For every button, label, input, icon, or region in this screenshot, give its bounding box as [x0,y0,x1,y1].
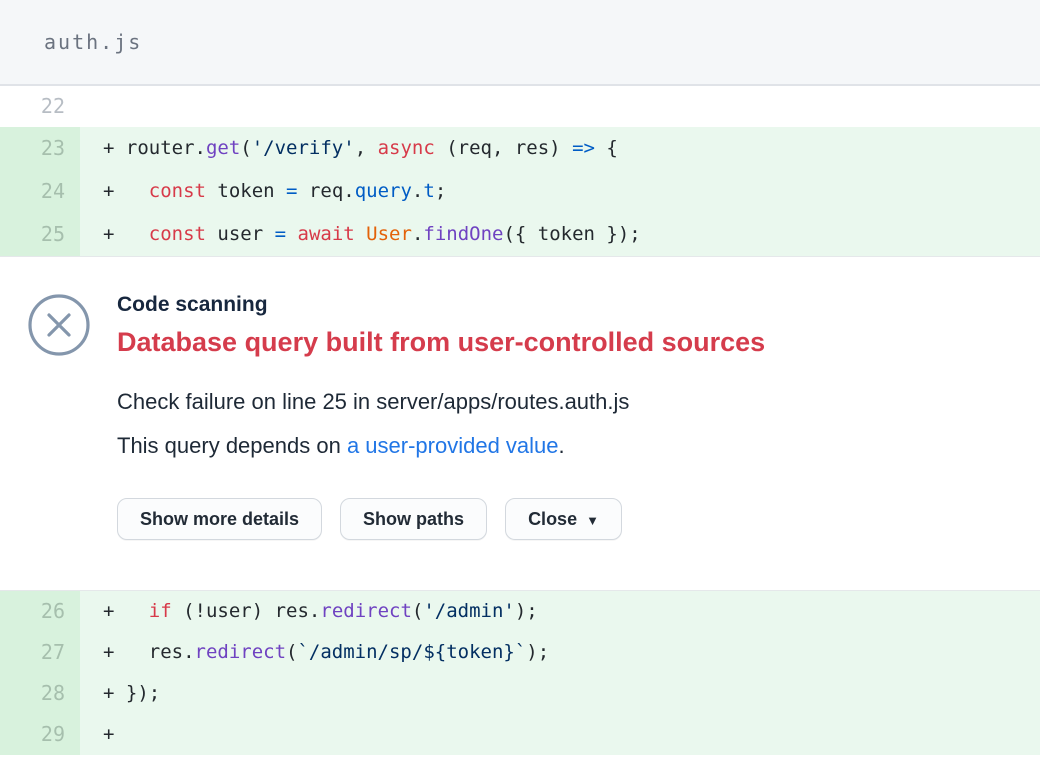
alert-query-text: This query depends on a user-provided va… [117,424,765,468]
code-token: `/admin/sp/${token}` [297,641,526,663]
code-token: + [103,223,149,245]
line-number[interactable]: 25 [0,213,80,256]
file-name: auth.js [44,30,142,54]
code-token: if [149,600,172,622]
code-token: ); [515,600,538,622]
dropdown-caret-icon: ▼ [586,513,599,528]
alert-x-circle-icon [27,293,91,590]
line-number[interactable]: 24 [0,170,80,213]
diff-block-top: 2223+ router.get('/verify', async (req, … [0,86,1040,257]
code-token: (req, res) [435,137,572,159]
code-token: redirect [195,641,287,663]
diff-block-bottom: 26+ if (!user) res.redirect('/admin');27… [0,590,1040,755]
code-token: user [206,223,275,245]
diff-row-23: 23+ router.get('/verify', async (req, re… [0,127,1040,170]
alert-query-prefix: This query depends on [117,433,347,458]
code-token: , [355,137,378,159]
code-scanning-alert: Code scanning Database query built from … [0,257,1040,590]
code-token: User [366,223,412,245]
close-dropdown-button[interactable]: Close ▼ [505,498,622,540]
code-token: + res. [103,641,195,663]
line-number[interactable]: 29 [0,714,80,755]
code-line: + res.redirect(`/admin/sp/${token}`); [80,632,1040,673]
alert-kicker: Code scanning [117,293,765,317]
code-token: = [286,180,297,202]
code-token: query [355,180,412,202]
code-token: req. [298,180,355,202]
file-header: auth.js [0,0,1040,86]
diff-row-26: 26+ if (!user) res.redirect('/admin'); [0,591,1040,632]
code-token: ); [526,641,549,663]
code-line: + const user = await User.findOne({ toke… [80,213,1040,256]
code-token: ({ token }); [503,223,640,245]
code-token [355,223,366,245]
code-token: '/verify' [252,137,355,159]
diff-row-22: 22 [0,86,1040,127]
code-token: t [423,180,434,202]
code-token: await [298,223,355,245]
code-token: '/admin' [423,600,515,622]
line-number[interactable]: 27 [0,632,80,673]
diff-row-28: 28 + }); [0,673,1040,714]
code-token: + [103,723,114,745]
line-number[interactable]: 23 [0,127,80,170]
code-token: + [103,600,149,622]
code-token: = [275,223,286,245]
show-more-details-button[interactable]: Show more details [117,498,322,540]
code-token: + router. [103,137,206,159]
diff-annotation-view: auth.js 2223+ router.get('/verify', asyn… [0,0,1040,755]
code-token: findOne [423,223,503,245]
alert-body: Code scanning Database query built from … [117,293,765,590]
diff-row-27: 27+ res.redirect(`/admin/sp/${token}`); [0,632,1040,673]
alert-actions: Show more details Show paths Close ▼ [117,498,765,540]
show-paths-button[interactable]: Show paths [340,498,487,540]
code-token [286,223,297,245]
diff-row-25: 25+ const user = await User.findOne({ to… [0,213,1040,256]
code-token: + }); [103,682,160,704]
code-token: const [149,180,206,202]
code-token: => [572,137,595,159]
code-line: + [80,714,1040,755]
code-token: get [206,137,240,159]
alert-check-failure-text: Check failure on line 25 in server/apps/… [117,380,765,424]
diff-row-24: 24+ const token = req.query.t; [0,170,1040,213]
code-token: ( [240,137,251,159]
code-token: redirect [320,600,412,622]
code-line: + }); [80,673,1040,714]
code-token: async [378,137,435,159]
diff-row-29: 29 + [0,714,1040,755]
line-number[interactable]: 22 [0,86,80,127]
code-token: + [103,180,149,202]
user-provided-value-link[interactable]: a user-provided value [347,433,559,458]
code-token: . [412,180,423,202]
code-line: + if (!user) res.redirect('/admin'); [80,591,1040,632]
line-number[interactable]: 26 [0,591,80,632]
close-button-label: Close [528,509,577,529]
code-token: token [206,180,286,202]
line-number[interactable]: 28 [0,673,80,714]
code-line [80,86,1040,127]
code-token: ; [435,180,446,202]
code-token: { [595,137,618,159]
code-line: + router.get('/verify', async (req, res)… [80,127,1040,170]
alert-title: Database query built from user-controlle… [117,325,765,359]
code-token: . [412,223,423,245]
code-line: + const token = req.query.t; [80,170,1040,213]
code-token: ( [412,600,423,622]
code-token: const [149,223,206,245]
code-token: ( [286,641,297,663]
code-token: (!user) res. [172,600,321,622]
alert-query-suffix: . [559,433,565,458]
